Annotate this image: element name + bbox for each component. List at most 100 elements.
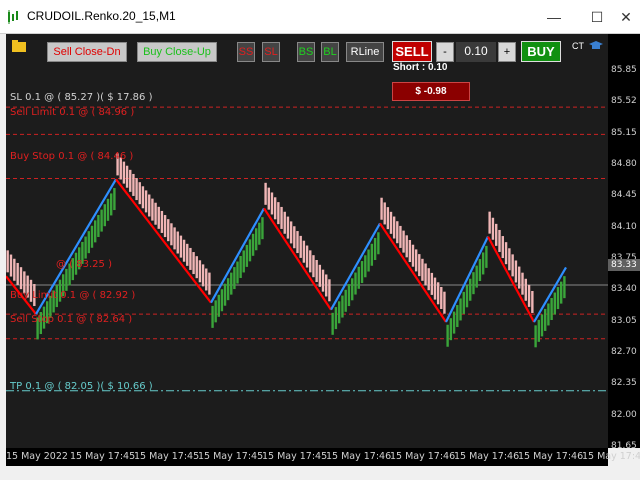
- bull-brick: [449, 318, 453, 341]
- bull-brick: [248, 239, 252, 262]
- bear-brick: [518, 266, 521, 289]
- bull-brick: [373, 238, 377, 261]
- bear-brick: [283, 211, 286, 234]
- pnl-badge: $ -0.98: [392, 82, 470, 101]
- window-title: CRUDOIL.Renko.20_15,M1: [27, 9, 176, 23]
- bear-brick: [277, 202, 280, 225]
- bull-brick: [354, 272, 357, 295]
- ct-label: CT: [572, 41, 584, 51]
- time-tick: 15 May 17:45: [262, 451, 328, 462]
- take-profit-label[interactable]: TP 0.1 @ ( 82.05 )( $ 10.66 ): [10, 381, 153, 392]
- sell-stop-button[interactable]: SS: [237, 42, 255, 62]
- bull-brick: [103, 204, 106, 227]
- bull-brick: [472, 272, 475, 295]
- buy-limit-label[interactable]: Buy Limit 0.1 @ ( 82.92 ): [10, 290, 135, 301]
- bear-brick: [148, 194, 151, 217]
- bear-brick: [418, 254, 421, 277]
- bull-brick: [364, 255, 367, 278]
- bear-brick: [511, 254, 514, 277]
- bear-brick: [176, 231, 179, 254]
- price-axis[interactable]: 85.85 85.52 85.15 84.80 84.45 84.10 83.7…: [608, 34, 640, 451]
- price-tick: 84.10: [611, 222, 637, 232]
- bear-brick: [302, 240, 306, 263]
- bear-brick: [408, 240, 412, 263]
- folder-icon[interactable]: [12, 40, 26, 52]
- bull-brick: [334, 307, 338, 330]
- buy-limit-button[interactable]: BL: [321, 42, 339, 62]
- bull-brick: [261, 217, 264, 240]
- bear-brick: [296, 231, 299, 254]
- bull-brick: [97, 214, 100, 237]
- time-tick: 15 May 17:45: [134, 451, 200, 462]
- bull-brick: [251, 233, 255, 256]
- bear-brick: [208, 272, 211, 295]
- bear-brick: [396, 221, 399, 244]
- buy-stop-label[interactable]: Buy Stop 0.1 @ ( 84.46 ): [10, 151, 133, 162]
- close-button[interactable]: ✕: [612, 6, 640, 28]
- lot-increase-button[interactable]: +: [498, 42, 516, 62]
- bear-brick: [399, 225, 402, 248]
- maximize-button[interactable]: ☐: [583, 6, 611, 28]
- current-price-marker: 83.33: [608, 259, 640, 271]
- bear-brick: [267, 187, 270, 210]
- bear-brick: [488, 211, 491, 234]
- entry-price-label[interactable]: @ ( 83.25 ): [56, 259, 112, 270]
- sell-stop-label[interactable]: Sell Stop 0.1 @ ( 82.64 ): [10, 314, 132, 325]
- bull-brick: [534, 325, 537, 348]
- bull-brick: [94, 220, 97, 243]
- sell-button[interactable]: SELL: [392, 41, 432, 62]
- bear-brick: [9, 254, 13, 277]
- bear-brick: [19, 267, 23, 290]
- bull-brick: [357, 266, 360, 289]
- buy-close-up-button[interactable]: Buy Close-Up: [137, 42, 217, 62]
- time-tick: 15 May 2022: [6, 451, 68, 462]
- buy-button[interactable]: BUY: [521, 41, 561, 62]
- position-size-label: Short : 0.10: [393, 62, 448, 73]
- bull-brick: [331, 312, 334, 335]
- buy-stop-button[interactable]: BS: [297, 42, 315, 62]
- price-tick: 83.05: [611, 316, 637, 326]
- bull-brick: [540, 314, 544, 337]
- bear-brick: [521, 272, 524, 295]
- bear-brick: [514, 260, 518, 283]
- bear-brick: [380, 197, 383, 220]
- time-axis[interactable]: 15 May 2022 15 May 17:45 15 May 17:45 15…: [6, 448, 640, 466]
- sell-limit-label[interactable]: Sell Limit 0.1 @ ( 84.96 ): [10, 107, 134, 118]
- bear-brick: [392, 216, 396, 239]
- bear-brick: [198, 260, 202, 283]
- bear-brick: [495, 223, 498, 246]
- bear-brick: [386, 207, 390, 230]
- status-strip: [0, 466, 640, 480]
- graduation-cap-icon: [589, 41, 603, 49]
- stop-loss-label[interactable]: SL 0.1 @ ( 85.27 )( $ 17.86 ): [10, 92, 152, 103]
- bear-brick: [414, 249, 418, 272]
- rline-button[interactable]: RLine: [346, 42, 384, 62]
- sell-close-dn-button[interactable]: Sell Close-Dn: [47, 42, 127, 62]
- bull-brick: [550, 298, 553, 321]
- lot-size-field[interactable]: 0.10: [456, 42, 496, 62]
- price-tick: 82.00: [611, 410, 637, 420]
- bear-brick: [501, 236, 504, 259]
- bear-brick: [264, 182, 267, 205]
- bear-brick: [132, 173, 135, 196]
- bear-brick: [160, 210, 164, 233]
- bear-brick: [498, 229, 501, 252]
- bull-brick: [544, 308, 547, 331]
- bull-brick: [84, 236, 87, 259]
- bear-brick: [201, 264, 205, 287]
- bull-brick: [351, 278, 354, 301]
- time-tick: 15 May 17:46: [326, 451, 392, 462]
- chart-area[interactable]: Sell Close-Dn Buy Close-Up SS SL BS BL R…: [6, 34, 608, 448]
- down-swing-line: [379, 222, 447, 323]
- time-tick: 15 May 17:45: [70, 451, 136, 462]
- bear-brick: [270, 192, 274, 215]
- minimize-button[interactable]: —: [540, 6, 568, 28]
- chart-window-icon: [8, 10, 18, 24]
- lot-decrease-button[interactable]: -: [436, 42, 454, 62]
- bear-brick: [273, 197, 277, 220]
- sell-limit-button[interactable]: SL: [262, 42, 280, 62]
- bear-brick: [167, 219, 170, 242]
- bear-brick: [173, 227, 176, 250]
- bear-brick: [135, 178, 138, 201]
- bear-brick: [286, 216, 290, 239]
